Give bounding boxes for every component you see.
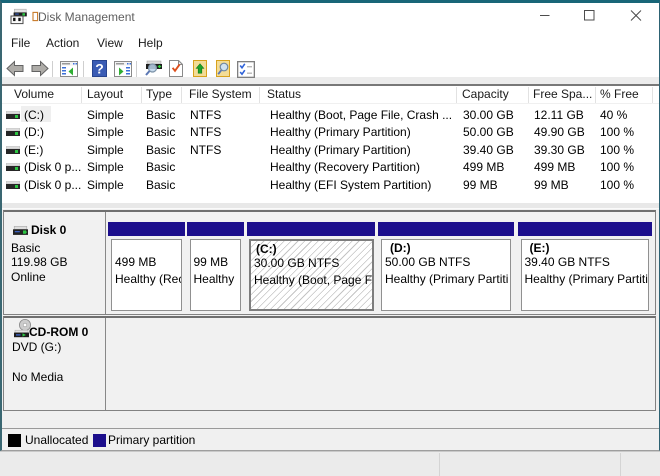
svg-text:?: ? — [95, 61, 104, 77]
